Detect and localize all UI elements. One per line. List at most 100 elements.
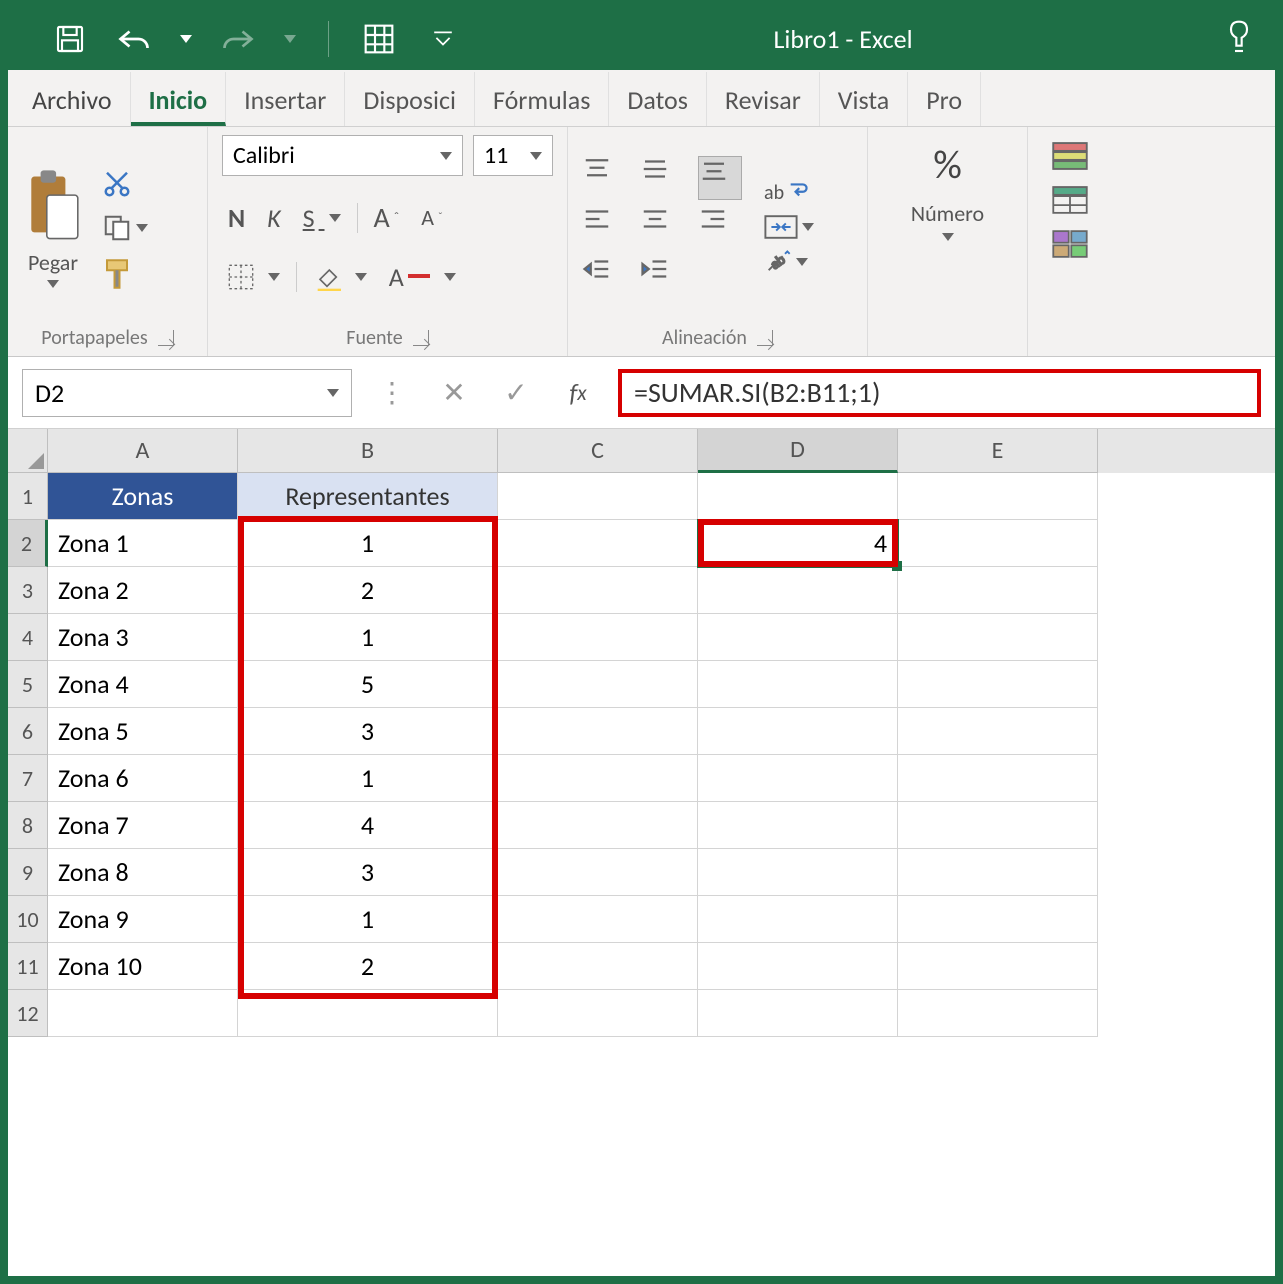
cell[interactable] [898, 755, 1098, 802]
decrease-font-button[interactable]: Aˇ [415, 202, 448, 233]
cell[interactable] [698, 896, 898, 943]
cell-styles-button[interactable] [1052, 229, 1088, 259]
align-left-button[interactable] [582, 206, 626, 250]
select-all-corner[interactable] [8, 429, 48, 473]
row-header[interactable]: 12 [8, 990, 48, 1037]
cell[interactable] [698, 755, 898, 802]
font-launcher-icon[interactable] [413, 330, 429, 346]
percent-button[interactable]: % [920, 135, 975, 194]
clipboard-launcher-icon[interactable] [158, 330, 174, 346]
copy-button[interactable] [102, 213, 148, 243]
cell[interactable] [898, 802, 1098, 849]
cell[interactable] [238, 990, 498, 1037]
cell-B9[interactable]: 3 [238, 849, 498, 896]
cell-C1[interactable] [498, 473, 698, 520]
cell-A9[interactable]: Zona 8 [48, 849, 238, 896]
col-header-C[interactable]: C [498, 429, 698, 473]
table-format-button[interactable] [1052, 185, 1088, 215]
redo-button[interactable] [220, 21, 256, 57]
cell[interactable] [498, 990, 698, 1037]
decrease-indent-button[interactable] [582, 256, 626, 300]
cell[interactable] [698, 849, 898, 896]
increase-indent-button[interactable] [640, 256, 684, 300]
cell[interactable] [498, 708, 698, 755]
cell-A5[interactable]: Zona 4 [48, 661, 238, 708]
name-box[interactable]: D2 [22, 369, 352, 417]
italic-button[interactable]: K [261, 200, 287, 236]
cell-B7[interactable]: 1 [238, 755, 498, 802]
row-header[interactable]: 2 [8, 520, 48, 567]
tab-layout[interactable]: Disposici [345, 72, 475, 126]
row-header[interactable]: 4 [8, 614, 48, 661]
bold-button[interactable]: N [222, 200, 251, 236]
cell[interactable] [698, 943, 898, 990]
font-name-combo[interactable]: Calibri [222, 135, 463, 176]
cell-D2[interactable]: 4 [698, 520, 898, 567]
grid-toggle-button[interactable] [361, 21, 397, 57]
undo-button[interactable] [116, 21, 152, 57]
cell[interactable] [498, 849, 698, 896]
fill-handle[interactable] [892, 561, 902, 571]
wrap-text-button[interactable]: ab [764, 181, 814, 205]
cell-A10[interactable]: Zona 9 [48, 896, 238, 943]
cell-A8[interactable]: Zona 7 [48, 802, 238, 849]
cell-A1[interactable]: Zonas [48, 473, 238, 520]
row-header[interactable]: 10 [8, 896, 48, 943]
orientation-button[interactable]: ab [764, 249, 814, 275]
cell[interactable] [898, 614, 1098, 661]
cell-B4[interactable]: 1 [238, 614, 498, 661]
cell[interactable] [498, 567, 698, 614]
font-color-button[interactable]: A [383, 259, 462, 295]
increase-font-button[interactable]: Aˆ [368, 198, 406, 237]
tab-home[interactable]: Inicio [131, 72, 227, 126]
cell-A4[interactable]: Zona 3 [48, 614, 238, 661]
cell[interactable] [898, 943, 1098, 990]
fx-icon[interactable]: fx [556, 371, 600, 415]
cell[interactable] [698, 614, 898, 661]
format-painter-button[interactable] [102, 257, 148, 291]
cancel-icon[interactable]: ✕ [432, 371, 476, 415]
col-header-A[interactable]: A [48, 429, 238, 473]
row-header[interactable]: 9 [8, 849, 48, 896]
cell-E2[interactable] [898, 520, 1098, 567]
cell[interactable] [698, 802, 898, 849]
cell[interactable] [498, 661, 698, 708]
cell[interactable] [698, 567, 898, 614]
row-header[interactable]: 11 [8, 943, 48, 990]
alignment-launcher-icon[interactable] [757, 330, 773, 346]
row-header[interactable]: 5 [8, 661, 48, 708]
align-right-button[interactable] [698, 206, 742, 250]
tab-data[interactable]: Datos [609, 72, 707, 126]
fbar-more-icon[interactable]: ⋮ [370, 371, 414, 415]
cell-A2[interactable]: Zona 1 [48, 520, 238, 567]
cell[interactable] [498, 755, 698, 802]
borders-button[interactable] [222, 259, 286, 295]
align-bottom-button[interactable] [698, 156, 742, 200]
cell[interactable] [498, 943, 698, 990]
cell[interactable] [898, 990, 1098, 1037]
cell-A3[interactable]: Zona 2 [48, 567, 238, 614]
row-header[interactable]: 3 [8, 567, 48, 614]
cell[interactable] [698, 990, 898, 1037]
font-size-combo[interactable]: 11 [473, 135, 553, 176]
tab-view[interactable]: Vista [820, 72, 908, 126]
underline-button[interactable]: S [297, 200, 347, 236]
formula-input[interactable]: =SUMAR.SI(B2:B11;1) [618, 369, 1261, 417]
cell-B2[interactable]: 1 [238, 520, 498, 567]
row-header[interactable]: 6 [8, 708, 48, 755]
cell[interactable] [498, 896, 698, 943]
cell[interactable] [898, 708, 1098, 755]
paste-button[interactable]: Pegar [22, 167, 84, 288]
tab-review[interactable]: Revisar [707, 72, 820, 126]
row-header[interactable]: 7 [8, 755, 48, 802]
cell[interactable] [898, 896, 1098, 943]
row-header[interactable]: 8 [8, 802, 48, 849]
save-button[interactable] [52, 21, 88, 57]
tab-formulas[interactable]: Fórmulas [475, 72, 609, 126]
align-middle-button[interactable] [640, 156, 684, 200]
cell-B3[interactable]: 2 [238, 567, 498, 614]
merge-button[interactable] [764, 215, 814, 239]
cell[interactable] [898, 849, 1098, 896]
cell[interactable] [698, 708, 898, 755]
cell-A7[interactable]: Zona 6 [48, 755, 238, 802]
